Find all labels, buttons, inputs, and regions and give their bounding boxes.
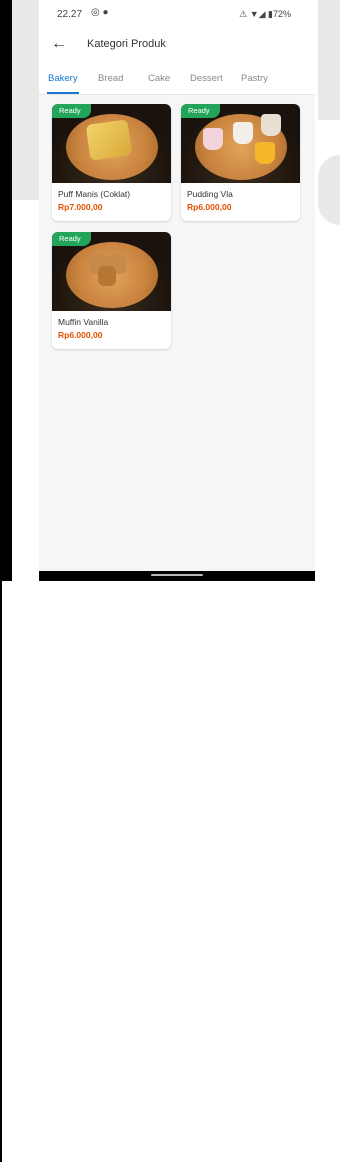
product-name: Puff Manis (Coklat) <box>58 189 131 199</box>
app-bar: ← Kategori Produk <box>39 26 315 64</box>
tab-dessert[interactable]: Dessert <box>190 73 223 84</box>
system-nav-bar <box>39 571 315 581</box>
left-edge-bar <box>0 0 12 581</box>
right-edge-bar <box>0 581 2 1162</box>
pudding-cup <box>255 142 275 164</box>
product-name: Pudding Vla <box>187 189 233 199</box>
tab-cake[interactable]: Cake <box>148 73 170 84</box>
tab-indicator <box>47 92 79 94</box>
product-price: Rp6.000,00 <box>187 202 232 212</box>
status-bar: 22.27 ◎ ● ⚠ ▼◢ ▮72% <box>39 0 315 26</box>
phone-screen: 22.27 ◎ ● ⚠ ▼◢ ▮72% ← Kategori Produk Ba… <box>39 0 315 581</box>
pudding-cup <box>203 128 223 150</box>
product-price: Rp7.000,00 <box>58 202 103 212</box>
product-card-puff-manis[interactable]: Ready Puff Manis (Coklat) Rp7.000,00 <box>52 104 171 221</box>
page-title: Kategori Produk <box>87 38 166 50</box>
ready-badge: Ready <box>52 232 91 246</box>
battery-status: ⚠ ▼◢ ▮72% <box>239 9 291 19</box>
ready-badge: Ready <box>52 104 91 118</box>
pudding-cup <box>261 114 281 136</box>
home-gesture-pill[interactable] <box>151 574 203 576</box>
background-shape <box>318 0 340 120</box>
category-tabs: Bakery Bread Cake Dessert Pastry <box>39 64 315 95</box>
product-price: Rp6.000,00 <box>58 330 103 340</box>
tab-pastry[interactable]: Pastry <box>241 73 268 84</box>
tab-bread[interactable]: Bread <box>98 73 123 84</box>
ready-badge: Ready <box>181 104 220 118</box>
product-card-pudding-vla[interactable]: Ready Pudding Vla Rp6.000,00 <box>181 104 300 221</box>
pudding-cup <box>233 122 253 144</box>
product-card-muffin-vanilla[interactable]: Ready Muffin Vanilla Rp6.000,00 <box>52 232 171 349</box>
notification-icons: ◎ ● <box>91 7 109 18</box>
muffin <box>98 266 116 286</box>
back-arrow-icon[interactable]: ← <box>51 35 67 53</box>
puff-pastry <box>85 119 133 161</box>
background-shape <box>12 0 39 200</box>
status-time: 22.27 <box>57 9 83 20</box>
background-shape <box>318 155 340 225</box>
product-name: Muffin Vanilla <box>58 317 109 327</box>
tab-bakery[interactable]: Bakery <box>48 73 78 84</box>
